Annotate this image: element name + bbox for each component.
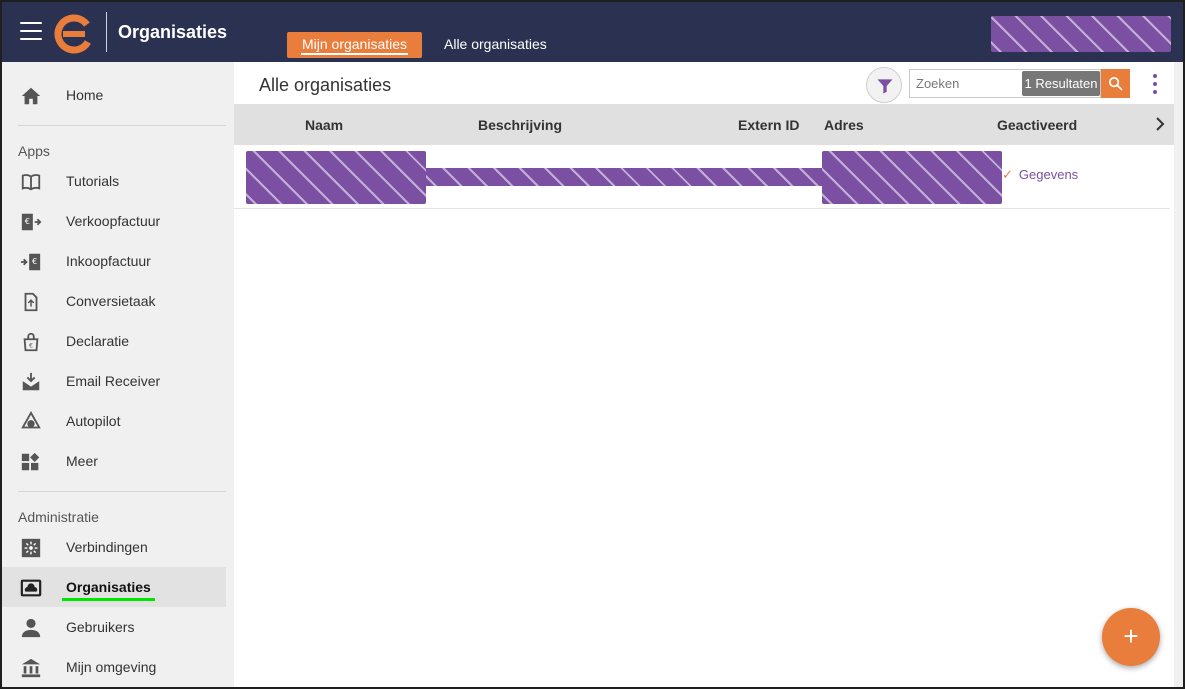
- section-label-administratie: Administratie: [18, 509, 99, 525]
- page-title-header: Organisaties: [118, 22, 228, 42]
- sidebar-item-label: Tutorials: [66, 173, 120, 189]
- autopilot-icon: [21, 411, 41, 429]
- sidebar-divider: [18, 125, 226, 126]
- sidebar-item-label: Email Receiver: [66, 373, 161, 389]
- sidebar-item-verbindingen[interactable]: Verbindingen: [2, 527, 226, 567]
- sidebar-item-declaratie[interactable]: € Declaratie: [2, 321, 226, 361]
- address-redacted: [822, 151, 1002, 204]
- sidebar-item-label: Mijn omgeving: [66, 659, 157, 675]
- top-bar: Organisaties Mijn organisaties Alle orga…: [2, 2, 1183, 62]
- home-icon: [21, 87, 41, 105]
- sidebar-item-mijn-omgeving[interactable]: Mijn omgeving: [2, 647, 226, 687]
- svg-text:€: €: [32, 256, 37, 266]
- section-label-apps: Apps: [18, 143, 50, 159]
- app-window: Organisaties Mijn organisaties Alle orga…: [2, 2, 1183, 687]
- table-header: Naam Beschrijving Extern ID Adres Geacti…: [234, 104, 1174, 145]
- logo-icon: [54, 14, 94, 54]
- activated-link[interactable]: ✓ Gegevens: [1002, 167, 1078, 183]
- sidebar-item-label: Meer: [66, 453, 98, 469]
- filter-icon: [877, 79, 893, 94]
- sales-invoice-icon: €: [21, 213, 42, 231]
- table-row[interactable]: ✓ Gegevens: [234, 145, 1170, 209]
- add-button[interactable]: +: [1102, 608, 1160, 666]
- sidebar-item-verkoopfactuur[interactable]: € Verkoopfactuur: [2, 201, 226, 241]
- brand-divider: [106, 12, 107, 52]
- tab-active-indicator: [301, 53, 408, 55]
- page-title: Alle organisaties: [259, 75, 392, 95]
- search-icon: [1108, 76, 1123, 91]
- sidebar-item-label: Inkoopfactuur: [66, 253, 151, 269]
- book-icon: [21, 174, 41, 191]
- sidebar-item-label: Organisaties: [62, 579, 155, 601]
- sidebar-item-conversietaak[interactable]: Conversietaak: [2, 281, 226, 321]
- sidebar-divider: [18, 491, 226, 492]
- column-header-naam[interactable]: Naam: [305, 117, 343, 133]
- chevron-right-icon[interactable]: [1152, 116, 1168, 132]
- plus-icon: +: [1123, 621, 1139, 651]
- sidebar-item-label: Autopilot: [66, 413, 121, 429]
- column-header-adres[interactable]: Adres: [824, 117, 864, 133]
- sidebar-item-email-receiver[interactable]: Email Receiver: [2, 361, 226, 401]
- conversion-icon: [24, 292, 38, 312]
- column-header-extern-id[interactable]: Extern ID: [738, 117, 799, 133]
- purchase-invoice-icon: €: [20, 253, 41, 271]
- more-options-icon[interactable]: [1144, 70, 1166, 98]
- expense-bag-icon: €: [23, 332, 39, 352]
- sidebar-item-home[interactable]: Home: [2, 75, 226, 115]
- column-header-geactiveerd[interactable]: Geactiveerd: [997, 117, 1077, 133]
- connections-icon: [21, 538, 41, 558]
- email-receiver-icon: [22, 372, 40, 391]
- sidebar-item-label: Conversietaak: [66, 293, 156, 309]
- sidebar-item-label: Declaratie: [66, 333, 130, 349]
- description-redacted: [426, 168, 824, 186]
- sidebar-item-inkoopfactuur[interactable]: € Inkoopfactuur: [2, 241, 226, 281]
- checkmark-icon: ✓: [1002, 167, 1013, 182]
- sidebar-item-meer[interactable]: Meer: [2, 441, 226, 481]
- user-icon: [21, 618, 41, 638]
- main-content: Alle organisaties 1 Resultaten Naam Besc…: [234, 62, 1174, 687]
- user-account-redacted[interactable]: [991, 16, 1171, 52]
- sidebar-item-label: Verkoopfactuur: [66, 213, 161, 229]
- sidebar-item-tutorials[interactable]: Tutorials: [2, 161, 226, 201]
- sidebar-item-label: Verbindingen: [66, 539, 148, 555]
- svg-text:€: €: [29, 342, 33, 350]
- sidebar-item-label: Home: [66, 87, 104, 103]
- tab-label: Mijn organisaties: [301, 36, 408, 52]
- organisation-name-redacted: [246, 151, 426, 204]
- column-header-beschrijving[interactable]: Beschrijving: [478, 117, 562, 133]
- scrollbar-track[interactable]: [1174, 62, 1183, 687]
- organisation-icon: [20, 579, 42, 597]
- search-button[interactable]: [1101, 69, 1130, 98]
- bank-icon: [21, 658, 41, 678]
- filter-button[interactable]: [866, 67, 902, 103]
- tab-alle-organisaties[interactable]: Alle organisaties: [444, 32, 547, 58]
- svg-text:€: €: [25, 216, 30, 226]
- tab-mijn-organisaties[interactable]: Mijn organisaties: [287, 32, 422, 58]
- sidebar-item-label: Gebruikers: [66, 619, 135, 635]
- sidebar-item-gebruikers[interactable]: Gebruikers: [2, 607, 226, 647]
- sidebar-item-autopilot[interactable]: Autopilot: [2, 401, 226, 441]
- sidebar-item-organisaties[interactable]: Organisaties: [2, 567, 226, 607]
- result-count-badge: 1 Resultaten: [1022, 71, 1100, 96]
- sidebar: Home Apps Tutorials € Verkoopfactuur € I…: [2, 62, 234, 687]
- activated-link-label: Gegevens: [1018, 167, 1079, 182]
- menu-icon[interactable]: [20, 22, 42, 40]
- tab-label: Alle organisaties: [444, 36, 547, 52]
- widgets-icon: [21, 452, 40, 471]
